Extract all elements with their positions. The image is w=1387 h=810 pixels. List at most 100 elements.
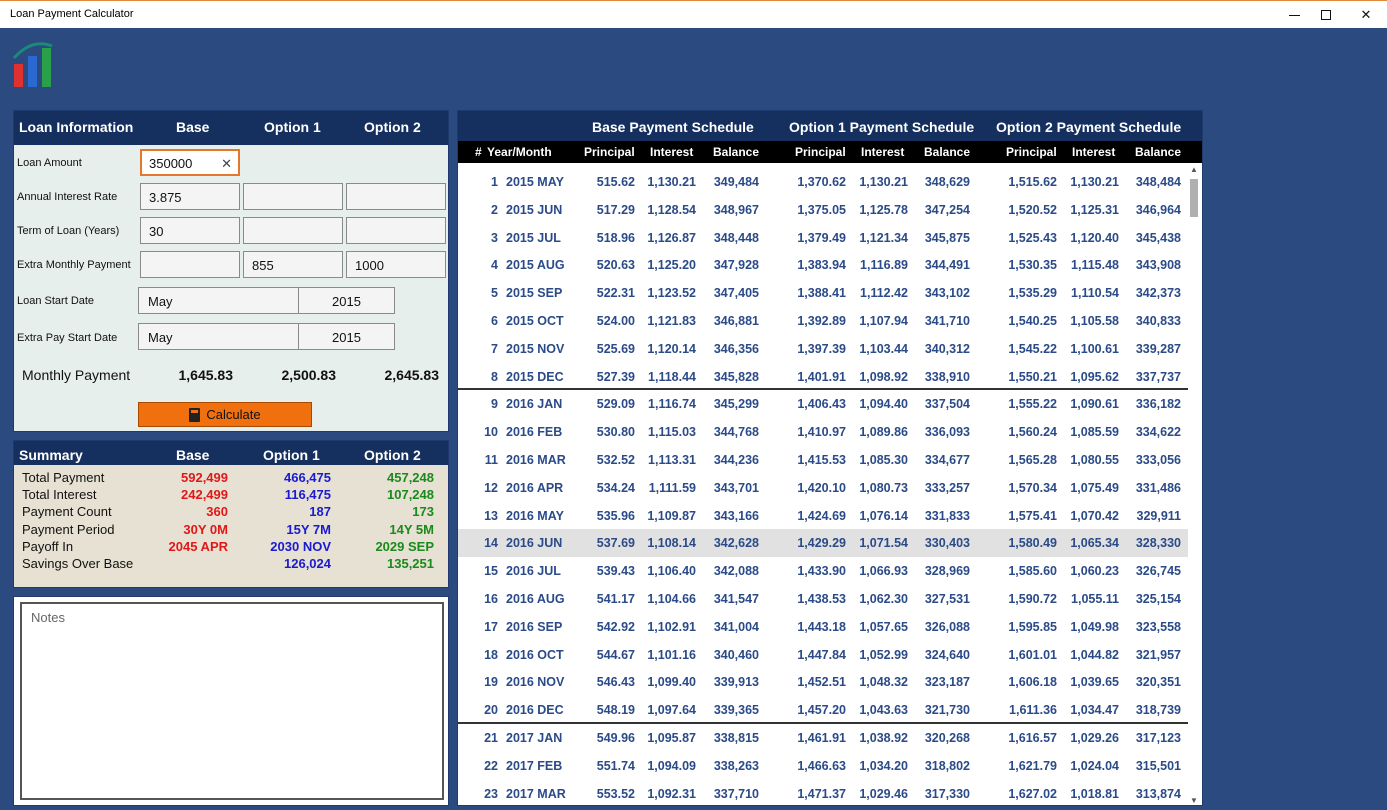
schedule-row[interactable]: 15 2016 JUL 539.43 1,106.40 342,088 1,433.90 1… <box>458 557 1188 585</box>
interest-rate-base-input[interactable]: 3.875 <box>140 183 240 210</box>
row-year-month: 2016 DEC <box>506 703 564 718</box>
schedule-row[interactable]: 23 2017 MAR 553.52 1,092.31 337,710 1,471.37 1… <box>458 780 1188 805</box>
cell-opt1-balance: 345,875 <box>924 230 970 245</box>
row-number: 22 <box>484 758 498 773</box>
extra-pay-start-month[interactable]: May <box>139 324 299 349</box>
cell-base-interest: 1,101.16 <box>647 647 696 662</box>
schedule-row[interactable]: 9 2016 JAN 529.09 1,116.74 345,299 1,406.43 1,… <box>458 390 1188 418</box>
schedule-row[interactable]: 13 2016 MAY 535.96 1,109.87 343,166 1,424.69 1… <box>458 502 1188 530</box>
schedule-row[interactable]: 11 2016 MAR 532.52 1,113.31 344,236 1,415.53 1… <box>458 446 1188 474</box>
extra-payment-option1-input[interactable]: 855 <box>243 251 343 278</box>
interest-rate-option2-input[interactable] <box>346 183 446 210</box>
schedule-row[interactable]: 17 2016 SEP 542.92 1,102.91 341,004 1,443.18 1… <box>458 613 1188 641</box>
cell-base-interest: 1,116.74 <box>648 397 696 412</box>
cell-opt2-interest: 1,060.23 <box>1070 564 1119 579</box>
row-number: 21 <box>484 731 498 745</box>
schedule-title-header: Base Payment Schedule Option 1 Payment S… <box>458 111 1202 141</box>
cell-opt2-principal: 1,540.25 <box>1008 314 1057 328</box>
cell-opt2-principal: 1,606.18 <box>1008 675 1057 690</box>
cell-opt2-balance: 326,745 <box>1135 564 1181 579</box>
cell-opt1-balance: 336,093 <box>924 425 970 440</box>
cell-base-interest: 1,092.31 <box>647 786 696 801</box>
schedule-row[interactable]: 4 2015 AUG 520.63 1,125.20 347,928 1,383.94 1,… <box>458 251 1188 279</box>
term-base-input[interactable]: 30 <box>140 217 240 244</box>
cell-base-interest: 1,113.31 <box>648 453 696 467</box>
loan-start-month[interactable]: May <box>139 288 299 313</box>
cell-opt2-balance: 345,438 <box>1135 230 1181 245</box>
cell-base-principal: 537.69 <box>596 536 635 551</box>
cell-opt2-interest: 1,044.82 <box>1070 647 1119 662</box>
schedule-row[interactable]: 19 2016 NOV 546.43 1,099.40 339,913 1,452.51 1… <box>458 668 1188 696</box>
payment-count-option2: 173 <box>412 504 434 519</box>
cell-opt1-interest: 1,089.86 <box>859 425 908 440</box>
schedule-row[interactable]: 1 2015 MAY 515.62 1,130.21 349,484 1,370.62 1,… <box>458 168 1188 196</box>
schedule-row[interactable]: 7 2015 NOV 525.69 1,120.14 346,356 1,397.39 1,… <box>458 335 1188 363</box>
schedule-row[interactable]: 20 2016 DEC 548.19 1,097.64 339,365 1,457.20 1… <box>458 696 1188 724</box>
close-button[interactable]: ✕ <box>1343 1 1387 29</box>
cell-opt2-balance: 318,739 <box>1135 703 1181 718</box>
cell-opt2-balance: 333,056 <box>1135 453 1181 467</box>
cell-base-principal: 542.92 <box>596 619 635 634</box>
loan-start-date-picker[interactable]: May 2015 <box>138 287 395 314</box>
cell-base-principal: 546.43 <box>596 675 635 690</box>
schedule-row[interactable]: 16 2016 AUG 541.17 1,104.66 341,547 1,438.53 1… <box>458 585 1188 613</box>
cell-base-principal: 553.52 <box>596 786 635 801</box>
cell-base-balance: 339,913 <box>713 675 759 690</box>
loan-start-year[interactable]: 2015 <box>299 288 394 313</box>
cell-opt2-interest: 1,055.11 <box>1071 592 1119 606</box>
schedule-row[interactable]: 12 2016 APR 534.24 1,111.59 343,701 1,420.10 1… <box>458 474 1188 502</box>
cell-base-interest: 1,128.54 <box>647 202 696 217</box>
scroll-up-icon[interactable]: ▲ <box>1190 165 1198 174</box>
schedule-row[interactable]: 21 2017 JAN 549.96 1,095.87 338,815 1,461.91 1… <box>458 724 1188 752</box>
cell-opt2-interest: 1,105.58 <box>1070 314 1119 328</box>
notes-panel: Notes <box>13 596 449 806</box>
extra-pay-start-year[interactable]: 2015 <box>299 324 394 349</box>
schedule-row[interactable]: 14 2016 JUN 537.69 1,108.14 342,628 1,429.29 1… <box>458 529 1188 558</box>
calculate-button[interactable]: Calculate <box>138 402 312 427</box>
scroll-thumb[interactable] <box>1190 179 1198 217</box>
schedule-scrollbar[interactable]: ▲ ▼ <box>1188 163 1200 805</box>
schedule-row[interactable]: 5 2015 SEP 522.31 1,123.52 347,405 1,388.41 1,… <box>458 279 1188 307</box>
cell-base-interest: 1,121.83 <box>647 314 696 328</box>
schedule-row[interactable]: 18 2016 OCT 544.67 1,101.16 340,460 1,447.84 1… <box>458 641 1188 669</box>
interest-rate-option1-input[interactable] <box>243 183 343 210</box>
cell-base-balance: 348,448 <box>713 230 759 245</box>
cell-opt1-interest: 1,052.99 <box>859 647 908 662</box>
loan-amount-input[interactable]: 350000 ✕ <box>140 149 240 176</box>
loan-information-panel: Loan Information Base Option 1 Option 2 … <box>13 110 449 432</box>
cell-opt2-balance: 325,154 <box>1135 592 1181 606</box>
schedule-row[interactable]: 22 2017 FEB 551.74 1,094.09 338,263 1,466.63 1… <box>458 752 1188 780</box>
cell-opt1-principal: 1,447.84 <box>797 647 846 662</box>
row-year-month: 2015 JUL <box>506 230 561 245</box>
cell-opt1-principal: 1,452.51 <box>797 675 846 690</box>
schedule-row[interactable]: 6 2015 OCT 524.00 1,121.83 346,881 1,392.89 1,… <box>458 307 1188 335</box>
row-number: 16 <box>484 592 498 606</box>
cell-base-principal: 539.43 <box>596 564 635 579</box>
cell-base-balance: 342,628 <box>713 536 759 551</box>
notes-textarea[interactable]: Notes <box>20 602 444 800</box>
schedule-row[interactable]: 8 2015 DEC 527.39 1,118.44 345,828 1,401.91 1,… <box>458 363 1188 391</box>
term-option2-input[interactable] <box>346 217 446 244</box>
cell-opt1-interest: 1,130.21 <box>859 175 908 189</box>
cell-opt2-interest: 1,070.42 <box>1070 508 1119 523</box>
cell-opt2-interest: 1,125.31 <box>1070 202 1119 217</box>
term-option1-input[interactable] <box>243 217 343 244</box>
cell-opt1-interest: 1,112.42 <box>860 286 908 301</box>
col-base-principal: Principal <box>584 145 635 159</box>
extra-pay-start-date-picker[interactable]: May 2015 <box>138 323 395 350</box>
extra-payment-option2-input[interactable]: 1000 <box>346 251 446 278</box>
cell-opt2-interest: 1,100.61 <box>1070 341 1119 356</box>
scroll-down-icon[interactable]: ▼ <box>1190 796 1198 805</box>
cell-opt1-balance: 334,677 <box>924 453 970 467</box>
cell-opt2-balance: 320,351 <box>1135 675 1181 690</box>
schedule-row[interactable]: 2 2015 JUN 517.29 1,128.54 348,967 1,375.05 1,… <box>458 196 1188 224</box>
cell-base-balance: 344,236 <box>713 453 759 467</box>
extra-payment-base-input[interactable] <box>140 251 240 278</box>
schedule-row[interactable]: 3 2015 JUL 518.96 1,126.87 348,448 1,379.49 1,… <box>458 224 1188 252</box>
cell-opt2-interest: 1,075.49 <box>1070 480 1119 495</box>
clear-icon[interactable]: ✕ <box>221 156 232 172</box>
cell-opt1-interest: 1,066.93 <box>859 564 908 579</box>
schedule-row[interactable]: 10 2016 FEB 530.80 1,115.03 344,768 1,410.97 1… <box>458 418 1188 446</box>
cell-base-balance: 338,815 <box>713 731 759 745</box>
cell-opt2-principal: 1,555.22 <box>1008 397 1057 412</box>
